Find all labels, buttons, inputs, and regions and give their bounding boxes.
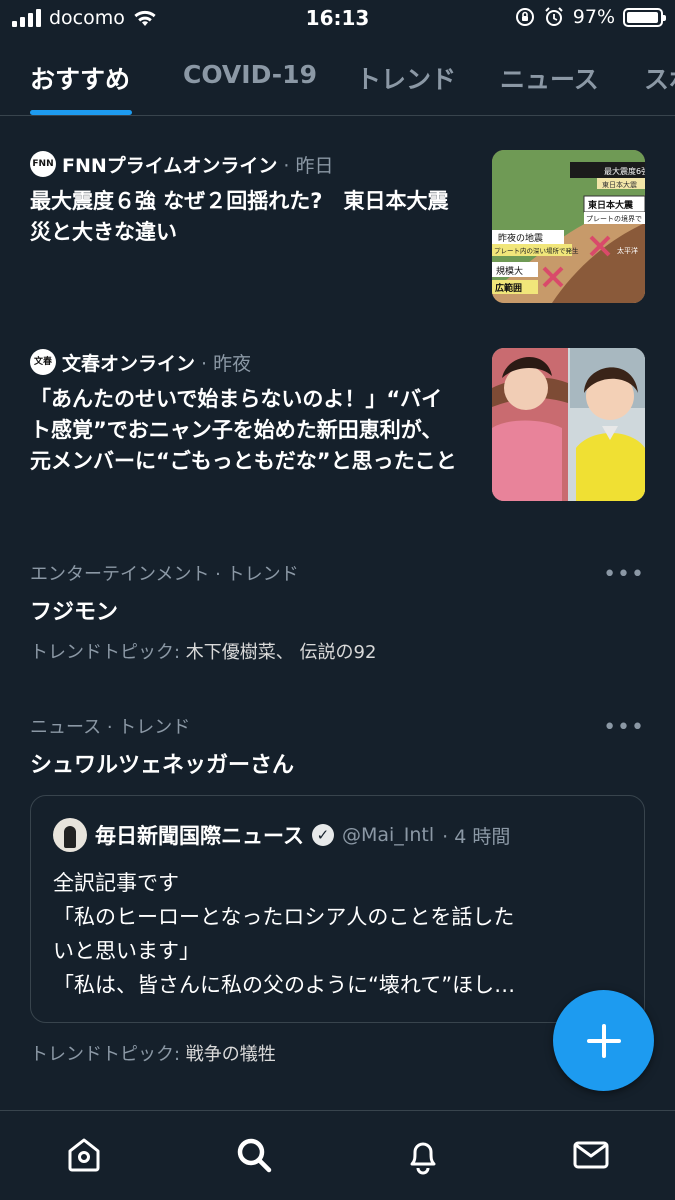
thumb-caption: 太平洋 [617, 246, 638, 255]
trend-topic-label: トレンドトピック: [30, 1044, 186, 1065]
nav-home[interactable] [62, 1133, 106, 1177]
tab-trending[interactable]: トレンド [356, 60, 456, 96]
quoted-tweet-header: 毎日新聞国際ニュース ✓ @Mai_Intl · 4 時間 [53, 818, 510, 852]
thumb-caption: 規模大 [496, 265, 523, 277]
quoted-tweet-text: 全訳記事です 「私のヒーローとなったロシア人のことを話した いと思います」 「私… [53, 866, 623, 1002]
quoted-tweet-card[interactable]: 毎日新聞国際ニュース ✓ @Mai_Intl · 4 時間 全訳記事です 「私の… [30, 795, 645, 1023]
source-name: 文春オンライン [62, 352, 196, 375]
tweet-line: 全訳記事です [53, 871, 179, 895]
avatar [53, 818, 87, 852]
rotation-lock-icon [515, 8, 534, 26]
thumb-caption: 昨夜の地震 [498, 232, 543, 244]
trend-topic: トレンドトピック: 戦争の犠牲 [30, 1040, 276, 1066]
trend-meta: ニュース · トレンド [30, 717, 191, 738]
trend-topic-label: トレンドトピック: [30, 642, 186, 663]
active-tab-indicator [30, 110, 132, 115]
battery-icon [623, 7, 666, 27]
trend-name: シュワルツェネッガーさん [30, 753, 295, 778]
source-time: · 昨日 [283, 154, 334, 177]
tweet-line: 「私のヒーローとなったロシア人のことを話した [53, 905, 515, 929]
status-right: 97% [515, 6, 666, 28]
news-item[interactable]: FNN FNNプライムオンライン · 昨日 最大震度６強 なぜ２回揺れた? 東日… [30, 150, 645, 305]
author-name: 毎日新聞国際ニュース [95, 824, 304, 848]
verified-badge-icon: ✓ [311, 824, 334, 846]
source-logo: FNN [30, 151, 56, 177]
trend-topic: トレンドトピック: 木下優樹菜、 伝説の92 [30, 638, 645, 664]
trend-meta: エンターテインメント · トレンド [30, 564, 299, 585]
thumb-caption: 東日本大震 [602, 180, 637, 189]
thumb-caption: プレートの境界で [586, 214, 642, 223]
news-thumbnail: 最大震度6強 東日本大震 東日本大震 プレートの境界で 昨夜の地震 プレート内の… [492, 150, 645, 303]
tweet-line: いと思います」 [53, 939, 200, 963]
source-name: FNNプライムオンライン [62, 154, 278, 177]
compose-tweet-button[interactable] [553, 990, 654, 1091]
nav-search[interactable] [232, 1133, 276, 1177]
mail-icon [573, 1141, 609, 1169]
news-headline: 最大震度６強 なぜ２回揺れた? 東日本大震災と大きな違い [30, 189, 449, 244]
thumb-caption: 最大震度6強 [604, 166, 645, 176]
thumb-caption: 広範囲 [495, 282, 522, 294]
tweet-line: 「私は、皆さんに私の父のように“壊れて”ほし… [53, 973, 516, 997]
news-headline: 「あんたのせいで始まらないのよ！」“バイト感覚”でおニャン子を始めた新田恵利が、… [30, 387, 457, 473]
nav-messages[interactable] [569, 1133, 613, 1177]
more-options-icon[interactable]: ••• [603, 715, 645, 740]
tab-covid19[interactable]: COVID-19 [183, 60, 317, 89]
source-time: · 昨夜 [201, 352, 252, 375]
status-bar: docomo 16:13 97% [0, 0, 675, 38]
battery-fill [627, 11, 659, 23]
author-handle: @Mai_Intl [341, 824, 435, 846]
trend-name: フジモン [30, 600, 119, 625]
tab-sports[interactable]: スポ [644, 60, 675, 96]
screen: docomo 16:13 97% おすすめ COVID-19 トレンド ニュース… [0, 0, 675, 1200]
search-icon [237, 1138, 272, 1173]
news-thumbnail [492, 348, 645, 501]
tab-bar: おすすめ COVID-19 トレンド ニュース スポ [0, 42, 675, 116]
trend-item[interactable]: エンターテインメント · トレンド ••• フジモン トレンドトピック: 木下優… [30, 560, 645, 670]
plus-icon [586, 1023, 621, 1058]
trend-item[interactable]: ニュース · トレンド ••• シュワルツェネッガーさん [30, 713, 645, 783]
tweet-time: · 4 時間 [442, 825, 511, 848]
bottom-nav [0, 1110, 675, 1200]
battery-percent: 97% [572, 6, 615, 28]
home-icon [68, 1138, 100, 1172]
trend-topic-value: 戦争の犠牲 [185, 1044, 276, 1065]
tab-recommended[interactable]: おすすめ [30, 60, 130, 96]
alarm-icon [545, 7, 563, 26]
trend-topic-value: 木下優樹菜、 伝説の92 [185, 642, 377, 663]
more-options-icon[interactable]: ••• [603, 562, 645, 587]
news-item[interactable]: 文春 文春オンライン · 昨夜 「あんたのせいで始まらないのよ！」“バイト感覚”… [30, 348, 645, 518]
nav-notifications[interactable] [401, 1133, 445, 1177]
source-logo: 文春 [30, 349, 56, 375]
thumb-caption: プレート内の深い場所で発生 [494, 246, 579, 255]
bell-icon [410, 1142, 436, 1175]
tab-news[interactable]: ニュース [500, 60, 599, 96]
thumb-caption: 東日本大震 [588, 199, 634, 211]
